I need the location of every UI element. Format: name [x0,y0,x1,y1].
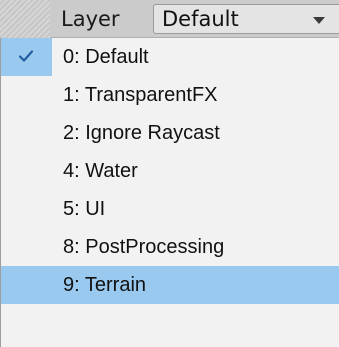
menu-item-layer-0[interactable]: 0: Default [1,38,339,76]
menu-item-label: 9: Terrain [63,274,147,296]
inspector-header: Layer Default [0,0,339,38]
menu-item-layer-4[interactable]: 4: Water [1,152,339,190]
check-cell [1,38,52,76]
menu-item-layer-2[interactable]: 2: Ignore Raycast [1,114,339,152]
menu-item-label: 5: UI [63,198,106,220]
layer-dropdown-value: Default [162,7,239,31]
menu-item-label: 1: TransparentFX [63,84,218,106]
layer-menu: 0: Default 1: TransparentFX 2: Ignore Ra… [0,38,339,347]
header-gutter [0,0,50,38]
menu-item-layer-8[interactable]: 8: PostProcessing [1,228,339,266]
menu-item-layer-1[interactable]: 1: TransparentFX [1,76,339,114]
layer-popup: Layer Default 0: Default 1: TransparentF… [0,0,339,347]
checkmark-icon [18,50,34,62]
chevron-down-icon [313,17,325,24]
layer-label: Layer [61,7,120,31]
menu-item-label: 2: Ignore Raycast [63,122,220,144]
menu-item-layer-9[interactable]: 9: Terrain [1,266,339,304]
layer-dropdown[interactable]: Default [153,4,339,34]
menu-item-label: 0: Default [63,46,149,68]
menu-item-label: 4: Water [63,160,138,182]
menu-item-label: 8: PostProcessing [63,236,225,258]
menu-item-layer-5[interactable]: 5: UI [1,190,339,228]
